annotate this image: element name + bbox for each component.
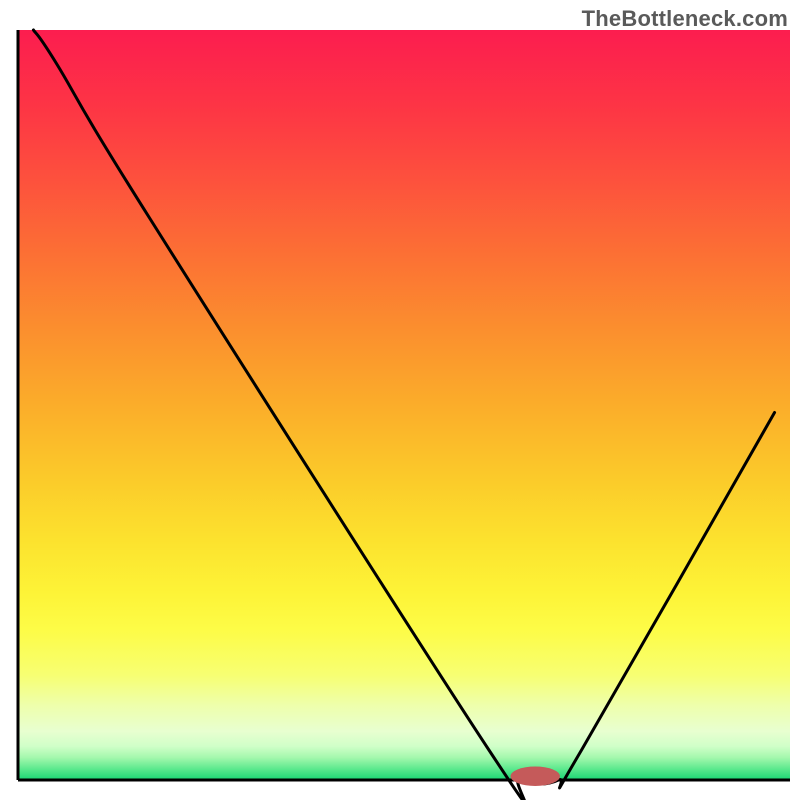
chart-plot-area (18, 30, 790, 780)
chart-marker (511, 767, 560, 787)
watermark-text: TheBottleneck.com (582, 6, 788, 32)
bottleneck-chart (0, 0, 800, 800)
